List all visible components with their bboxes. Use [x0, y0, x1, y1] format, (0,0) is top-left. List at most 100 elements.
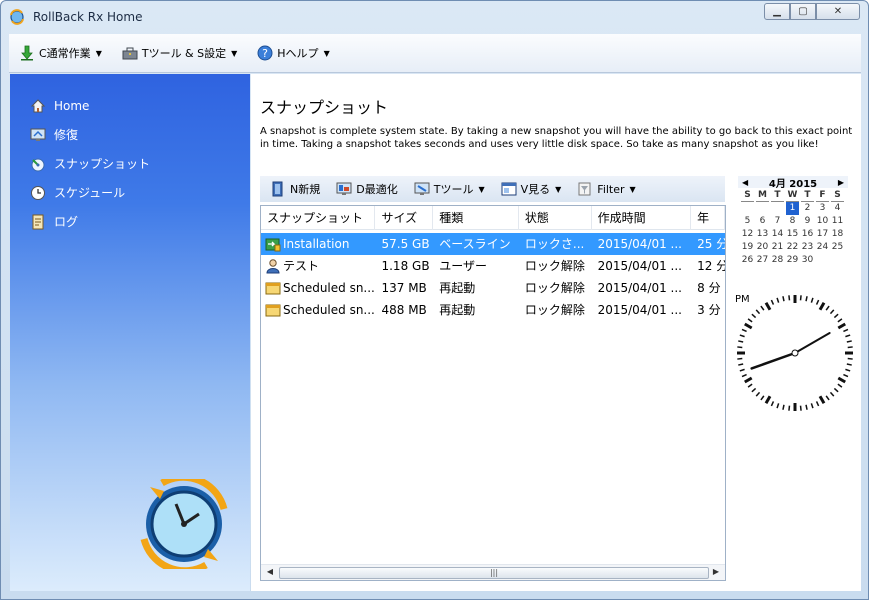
calendar-day[interactable]: 16 — [801, 228, 814, 241]
calendar-day[interactable]: 6 — [756, 215, 769, 228]
scroll-left-icon[interactable]: ◀ — [263, 567, 277, 579]
clock-minute-tick — [788, 405, 791, 411]
maximize-button[interactable]: ▢ — [790, 3, 816, 20]
calendar-day[interactable]: 13 — [756, 228, 769, 241]
page-title: スナップショット — [260, 98, 389, 117]
calendar-day[interactable]: 3 — [816, 202, 829, 215]
calendar-day[interactable]: 12 — [741, 228, 754, 241]
calendar-day[interactable]: 19 — [741, 241, 754, 254]
calendar-weekday: S — [741, 189, 754, 202]
calendar: ◀ 4月 2015 ▶ S M T W T F S 1 2 3 4 5 6 7 8 9 10 11 12 13 14 15… — [738, 176, 848, 267]
scheduled-icon — [265, 304, 281, 317]
view-dropdown[interactable]: V見る ▼ — [501, 181, 561, 197]
analog-clock — [737, 295, 853, 411]
toolbox-icon — [122, 47, 138, 60]
calendar-day[interactable]: 2 — [801, 202, 814, 215]
clock-hour-tick — [837, 376, 846, 384]
calendar-empty-cell — [741, 202, 754, 215]
title-bar[interactable]: RollBack Rx Home ▁ ▢ ✕ — [1, 1, 868, 33]
main-content: スナップショット A snapshot is complete system s… — [251, 74, 861, 591]
table-row[interactable]: Scheduled sn... 137 MB 再起動 ロック解除 2015/04… — [261, 277, 725, 299]
chevron-down-icon: ▼ — [231, 48, 238, 58]
calendar-day[interactable]: 28 — [771, 254, 784, 267]
filter-dropdown[interactable]: Filter ▼ — [577, 181, 636, 197]
calendar-prev-icon[interactable]: ◀ — [742, 178, 748, 187]
clock-minute-tick — [833, 387, 839, 393]
table-row[interactable]: Scheduled sn... 488 MB 再起動 ロック解除 2015/04… — [261, 299, 725, 321]
calendar-empty-cell — [831, 254, 844, 267]
menu-tools-settings[interactable]: Tツール & S設定 ▼ — [116, 40, 243, 66]
calendar-day[interactable]: 18 — [831, 228, 844, 241]
calendar-day[interactable]: 9 — [801, 215, 814, 228]
calendar-day[interactable]: 27 — [756, 254, 769, 267]
clock-hour-tick — [818, 395, 826, 404]
column-header-created[interactable]: 作成時間 — [592, 206, 692, 230]
calendar-weekday: S — [831, 189, 844, 202]
clock-minute-tick — [810, 403, 814, 409]
minimize-button[interactable]: ▁ — [764, 3, 790, 20]
calendar-day[interactable]: 17 — [816, 228, 829, 241]
baseline-icon — [265, 238, 281, 252]
calendar-day[interactable]: 5 — [741, 215, 754, 228]
clock-minute-tick — [747, 318, 753, 323]
sidebar-item-schedule[interactable]: スケジュール — [10, 178, 250, 207]
menu-normal-tasks[interactable]: C通常作業 ▼ — [13, 40, 108, 66]
column-header-age[interactable]: 年 — [691, 206, 725, 230]
calendar-day[interactable]: 23 — [801, 241, 814, 254]
table-row[interactable]: テスト 1.18 GB ユーザー ロック解除 2015/04/01 ... 12… — [261, 255, 725, 277]
calendar-day[interactable]: 10 — [816, 215, 829, 228]
calendar-day[interactable]: 1 — [786, 202, 799, 215]
clock-minute-tick — [751, 313, 757, 319]
clock-minute-tick — [760, 305, 765, 311]
sidebar-item-log[interactable]: ログ — [10, 207, 250, 236]
defrag-button[interactable]: D最適化 — [336, 181, 398, 197]
snapshot-name: テスト — [283, 259, 320, 273]
new-snapshot-button[interactable]: N新規 — [270, 181, 320, 197]
sidebar-item-label: ログ — [54, 215, 79, 229]
calendar-day[interactable]: 22 — [786, 241, 799, 254]
snapshot-size: 137 MB — [381, 281, 427, 295]
sidebar-item-snapshot[interactable]: スナップショット — [10, 149, 250, 178]
horizontal-scrollbar[interactable]: ◀ ||| ▶ — [261, 564, 725, 580]
home-icon — [30, 98, 46, 112]
calendar-empty-cell — [771, 202, 784, 215]
scroll-right-icon[interactable]: ▶ — [709, 567, 723, 579]
svg-text:?: ? — [262, 47, 268, 60]
snapshot-created: 2015/04/01 ... — [597, 303, 682, 317]
calendar-day[interactable]: 8 — [786, 215, 799, 228]
snapshot-toolbar: N新規 D最適化 Tツール ▼ V見る ▼ Filter ▼ — [260, 176, 725, 202]
sidebar-item-restore[interactable]: 修復 — [10, 120, 250, 149]
clock-minute-tick — [843, 373, 849, 378]
calendar-day[interactable]: 4 — [831, 202, 844, 215]
calendar-day[interactable]: 25 — [831, 241, 844, 254]
close-button[interactable]: ✕ — [816, 3, 860, 20]
calendar-day[interactable]: 15 — [786, 228, 799, 241]
column-header-snapshot[interactable]: スナップショット — [261, 206, 376, 230]
calendar-next-icon[interactable]: ▶ — [838, 178, 844, 187]
column-header-status[interactable]: 状態 — [519, 206, 592, 230]
tools-dropdown[interactable]: Tツール ▼ — [414, 181, 485, 197]
calendar-day[interactable]: 30 — [801, 254, 814, 267]
clock-minute-tick — [738, 340, 744, 343]
calendar-day[interactable]: 14 — [771, 228, 784, 241]
table-row[interactable]: Installation 57.5 GB ベースライン ロックさ... 2015… — [261, 233, 725, 255]
snapshot-size: 488 MB — [381, 303, 427, 317]
scrollbar-thumb[interactable]: ||| — [279, 567, 709, 579]
calendar-day[interactable]: 11 — [831, 215, 844, 228]
clock-minute-tick — [739, 334, 745, 338]
column-header-type[interactable]: 種類 — [433, 206, 519, 230]
calendar-day[interactable]: 26 — [741, 254, 754, 267]
menu-help[interactable]: ? Hヘルプ ▼ — [251, 40, 335, 66]
calendar-day[interactable]: 7 — [771, 215, 784, 228]
clock-minute-tick — [755, 391, 761, 397]
calendar-day[interactable]: 20 — [756, 241, 769, 254]
clock-minute-tick — [810, 297, 814, 303]
calendar-day[interactable]: 21 — [771, 241, 784, 254]
filter-label: Filter — [597, 182, 625, 196]
snapshot-name: Scheduled sn... — [283, 281, 375, 295]
calendar-day[interactable]: 24 — [816, 241, 829, 254]
snapshot-name-cell: Installation — [261, 233, 375, 255]
column-header-size[interactable]: サイズ — [375, 206, 434, 230]
calendar-day[interactable]: 29 — [786, 254, 799, 267]
sidebar-item-home[interactable]: Home — [10, 91, 250, 120]
